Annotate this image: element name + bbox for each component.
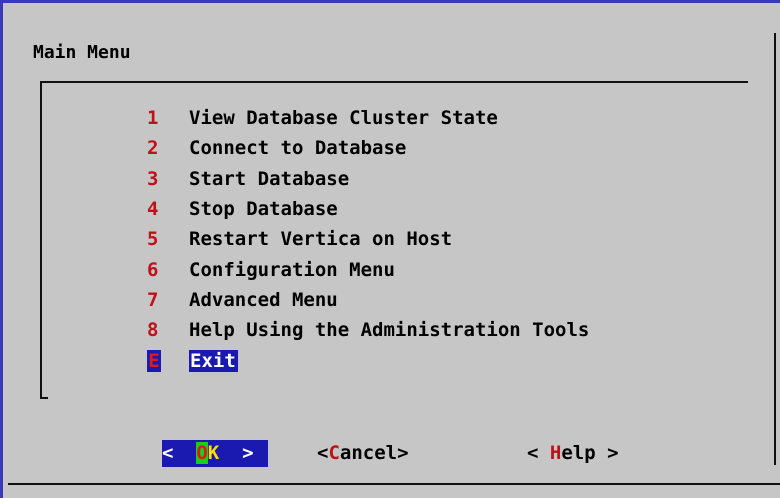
ok-button-left-bracket: < — [162, 442, 197, 464]
menu-item-advanced-menu[interactable]: 7 Advanced Menu — [147, 285, 589, 315]
menu-item-label: Restart Vertica on Host — [189, 228, 453, 251]
menu-item-label: Exit — [189, 349, 238, 372]
menu-item-label: Advanced Menu — [189, 288, 338, 311]
menu-item-key: 6 — [147, 258, 159, 281]
menu-item-key: 1 — [147, 107, 159, 130]
help-button-left-bracket: < — [527, 442, 550, 464]
menu-item-key: 8 — [147, 319, 159, 342]
menu-item-key: 4 — [147, 198, 159, 221]
cancel-button[interactable]: <Cancel> — [317, 440, 409, 467]
menu-item-start-database[interactable]: 3 Start Database — [147, 164, 589, 194]
menu-item-label: Configuration Menu — [189, 258, 395, 281]
menu-item-restart-vertica[interactable]: 5 Restart Vertica on Host — [147, 224, 589, 254]
ok-button-label-rest: K — [207, 442, 220, 464]
help-button-hotkey: H — [549, 442, 562, 464]
dialog-right-border — [774, 33, 776, 465]
cancel-button-hotkey: C — [328, 442, 340, 464]
window-frame-top — [0, 0, 780, 3]
menu-item-label: Connect to Database — [189, 137, 407, 160]
menu-item-label: View Database Cluster State — [189, 107, 498, 130]
cancel-button-left-bracket: < — [317, 442, 329, 464]
dialog-title: Main Menu — [33, 42, 131, 63]
menu-item-label: Start Database — [189, 167, 350, 190]
menu-item-key: E — [147, 349, 161, 372]
dialog-button-row: < OK > <Cancel> < Help > — [0, 440, 780, 468]
menu-item-label: Help Using the Administration Tools — [189, 319, 590, 342]
help-button[interactable]: < Help > — [527, 440, 619, 467]
terminal-screen: Main Menu 1 View Database Cluster State … — [0, 0, 780, 498]
ok-button[interactable]: < OK > — [162, 440, 268, 467]
menu-box-left-border — [40, 81, 42, 399]
ok-button-right-bracket: > — [219, 442, 254, 464]
menu-item-key: 5 — [147, 228, 159, 251]
menu-item-exit[interactable]: E Exit — [147, 345, 589, 375]
menu-item-label: Stop Database — [189, 198, 338, 221]
help-button-right-bracket: > — [595, 442, 619, 464]
menu-item-configuration-menu[interactable]: 6 Configuration Menu — [147, 254, 589, 284]
dialog-bottom-border — [8, 483, 780, 485]
menu-item-view-cluster-state[interactable]: 1 View Database Cluster State — [147, 103, 589, 133]
menu-box-bottom-corner — [40, 397, 48, 399]
help-button-label-rest: elp — [561, 442, 596, 464]
window-frame-left — [0, 0, 3, 498]
menu-box-top-border — [40, 81, 748, 83]
menu-item-stop-database[interactable]: 4 Stop Database — [147, 194, 589, 224]
cancel-button-label-rest: ancel — [339, 442, 398, 464]
cancel-button-right-bracket: > — [397, 442, 409, 464]
menu-item-key: 3 — [147, 167, 159, 190]
menu-item-connect-database[interactable]: 2 Connect to Database — [147, 133, 589, 163]
menu-item-key: 2 — [147, 137, 159, 160]
menu-item-help-admin-tools[interactable]: 8 Help Using the Administration Tools — [147, 315, 589, 345]
ok-button-hotkey: O — [196, 442, 208, 464]
menu-item-key: 7 — [147, 288, 159, 311]
main-menu-list: 1 View Database Cluster State 2 Connect … — [147, 103, 589, 376]
